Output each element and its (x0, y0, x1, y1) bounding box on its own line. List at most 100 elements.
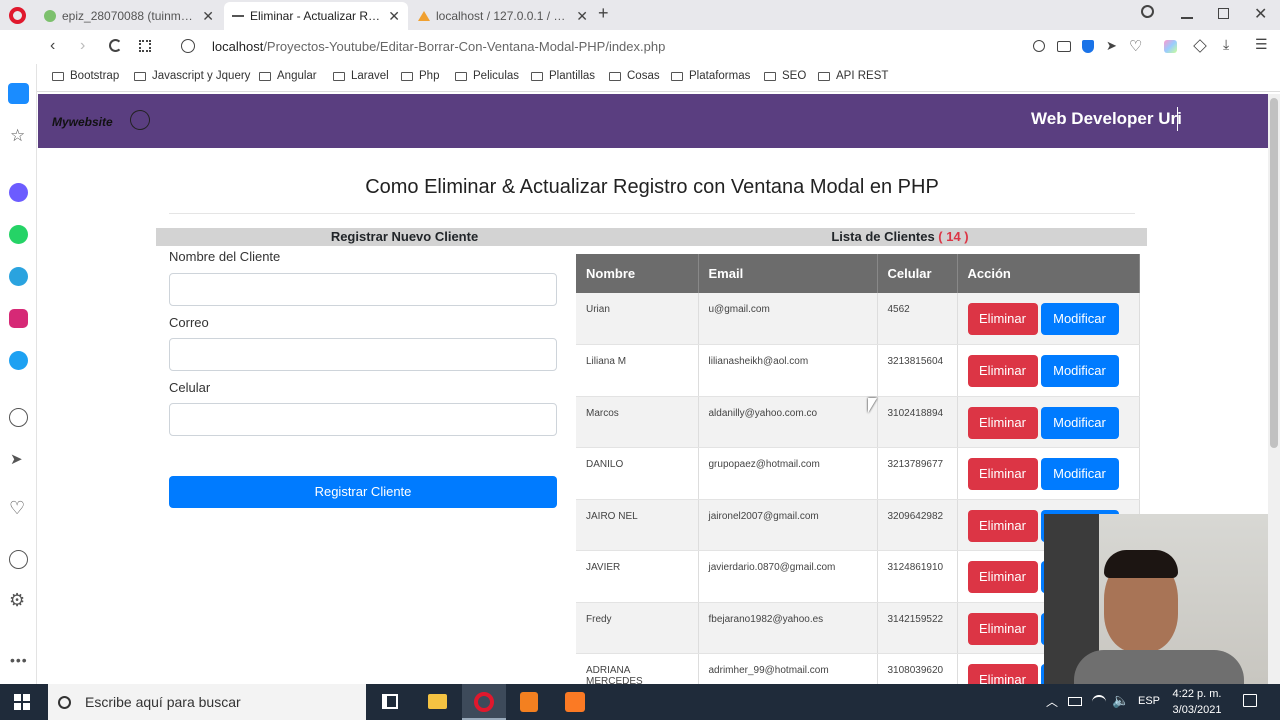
minimize-icon[interactable] (1181, 17, 1193, 19)
tab-bar: epiz_28070088 (tuinmuebl ✕ Eliminar - Ac… (0, 0, 1280, 30)
home-icon[interactable] (8, 83, 29, 104)
delete-button[interactable]: Eliminar (967, 664, 1038, 684)
heart-icon[interactable]: ♡ (9, 498, 25, 519)
table-row: Marcos aldanilly@yahoo.com.co 3102418894… (576, 396, 1140, 448)
delete-button[interactable]: Eliminar (967, 612, 1038, 645)
delete-button[interactable]: Eliminar (967, 561, 1038, 593)
zoom-search-icon[interactable] (1033, 40, 1045, 52)
bookmark-item[interactable]: Php (401, 70, 439, 82)
url-field[interactable]: localhost/Proyectos-Youtube/Editar-Borra… (212, 39, 665, 54)
cube-icon[interactable] (1193, 39, 1207, 53)
bookmark-item[interactable]: Cosas (609, 70, 660, 82)
table-row: DANILO grupopaez@hotmail.com 3213789677 … (576, 447, 1140, 500)
windows-start-icon[interactable] (14, 694, 30, 710)
player-icon[interactable] (9, 408, 28, 427)
bookmark-item[interactable]: Angular (259, 70, 317, 82)
xampp-icon[interactable] (565, 692, 585, 712)
bookmark-item[interactable]: Plataformas (671, 70, 750, 82)
close-tab-icon[interactable]: ✕ (388, 8, 400, 25)
delete-button[interactable]: Eliminar (967, 355, 1038, 387)
tray-chevron-icon[interactable]: ︿ (1046, 693, 1058, 710)
bookmark-item[interactable]: Bootstrap (52, 70, 119, 82)
sublime-icon[interactable] (520, 692, 538, 712)
mouse-cursor-icon (868, 398, 877, 413)
brand-name[interactable]: Web Developer Uri (1031, 109, 1182, 129)
shield-icon[interactable] (1082, 40, 1094, 53)
email-label: Correo (169, 315, 209, 330)
clock[interactable]: 4:22 p. m. 3/03/2021 (1168, 686, 1226, 718)
settings-icon[interactable]: ⚙ (9, 590, 25, 611)
email-input[interactable] (169, 338, 557, 371)
site-info-icon[interactable] (181, 39, 195, 53)
camera-icon[interactable] (1057, 41, 1071, 52)
delete-button[interactable]: Eliminar (967, 303, 1038, 335)
opera-app-icon (474, 692, 494, 712)
taskbar-search[interactable]: Escribe aquí para buscar (48, 684, 366, 720)
maximize-icon[interactable] (1218, 8, 1229, 19)
instagram-icon[interactable] (9, 309, 28, 328)
bookmark-item[interactable]: Plantillas (531, 70, 595, 82)
tab-1-label: epiz_28070088 (tuinmuebl (62, 9, 197, 23)
tab-3[interactable]: localhost / 127.0.0.1 / pract ✕ (410, 2, 596, 30)
language-indicator[interactable]: ESP (1138, 695, 1160, 707)
logo-mark-icon (127, 107, 153, 133)
star-icon[interactable]: ☆ (10, 126, 25, 146)
new-tab-icon[interactable]: + (598, 3, 609, 24)
history-icon[interactable] (9, 550, 28, 569)
bookmark-item[interactable]: Peliculas (455, 70, 519, 82)
file-explorer-icon[interactable] (428, 694, 447, 709)
phone-input[interactable] (169, 403, 557, 436)
forward-icon[interactable]: › (80, 37, 85, 55)
messenger-icon[interactable] (9, 183, 28, 202)
cell-email: lilianasheikh@aol.com (698, 344, 878, 397)
battery-icon[interactable] (1068, 697, 1082, 706)
page-scrollbar[interactable] (1268, 94, 1280, 684)
delete-button[interactable]: Eliminar (967, 458, 1038, 490)
close-tab-icon[interactable]: ✕ (576, 8, 588, 25)
task-view-icon[interactable] (382, 694, 398, 709)
tab-1[interactable]: epiz_28070088 (tuinmuebl ✕ (36, 2, 222, 30)
bookmark-item[interactable]: SEO (764, 70, 806, 82)
menu-icon[interactable]: ☰ (1255, 36, 1268, 53)
folder-icon (764, 71, 776, 81)
search-tabs-icon[interactable] (1141, 5, 1154, 18)
back-icon[interactable]: ‹ (50, 37, 55, 55)
register-button[interactable]: Registrar Cliente (169, 476, 557, 508)
send-icon[interactable]: ➤ (1106, 38, 1117, 54)
name-input[interactable] (169, 273, 557, 306)
opera-sidebar: ☆ ➤ ♡ ⚙ ••• (0, 64, 37, 684)
edit-button[interactable]: Modificar (1040, 458, 1119, 490)
heart-icon[interactable]: ♡ (1129, 37, 1142, 55)
download-icon[interactable]: ⤓ (1223, 36, 1229, 53)
whatsapp-icon[interactable] (9, 225, 28, 244)
bookmark-label: Php (419, 70, 440, 82)
edit-button[interactable]: Modificar (1040, 355, 1119, 387)
delete-button[interactable]: Eliminar (967, 406, 1038, 439)
scrollbar-thumb[interactable] (1270, 98, 1278, 448)
edit-button[interactable]: Modificar (1040, 303, 1119, 335)
telegram-icon[interactable] (9, 267, 28, 286)
extension-icon[interactable] (1164, 40, 1177, 53)
twitter-icon[interactable] (9, 351, 28, 370)
folder-icon (455, 71, 467, 81)
cell-name: Urian (576, 293, 699, 345)
cell-actions: EliminarModificar (957, 293, 1140, 345)
send-icon[interactable]: ➤ (10, 450, 23, 468)
site-logo[interactable]: Mywebsite (52, 107, 153, 133)
bookmark-item[interactable]: API REST (818, 70, 888, 82)
notifications-icon[interactable] (1243, 694, 1257, 707)
more-icon[interactable]: ••• (10, 652, 28, 668)
tab-2[interactable]: Eliminar - Actualizar Regist ✕ (224, 2, 408, 30)
wifi-icon[interactable] (1092, 695, 1106, 709)
edit-button[interactable]: Modificar (1040, 406, 1119, 439)
volume-icon[interactable]: 🔈 (1112, 692, 1129, 709)
close-window-icon[interactable]: ✕ (1254, 4, 1267, 24)
opera-logo-icon[interactable] (9, 7, 26, 24)
close-tab-icon[interactable]: ✕ (202, 8, 214, 25)
bookmark-item[interactable]: Javascript y Jquery (134, 70, 250, 82)
tabs-grid-icon[interactable] (139, 40, 151, 52)
col-email: Email (698, 254, 878, 293)
bookmark-item[interactable]: Laravel (333, 70, 389, 82)
delete-button[interactable]: Eliminar (967, 509, 1038, 542)
reload-icon[interactable] (109, 39, 122, 52)
